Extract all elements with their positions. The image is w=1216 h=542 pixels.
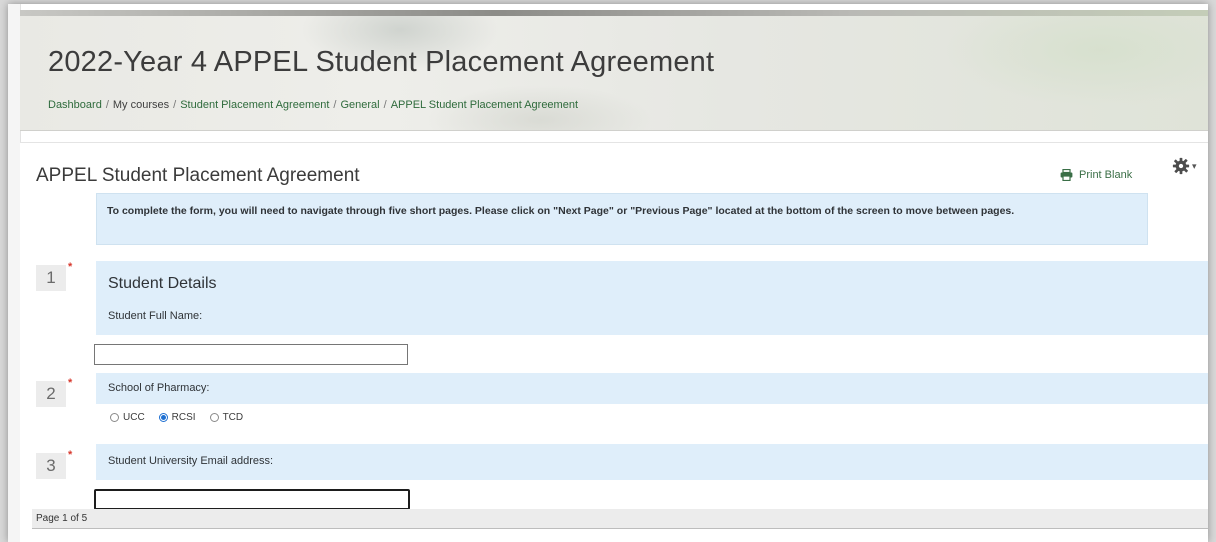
radio-tcd-label: TCD (222, 412, 244, 423)
print-blank-link[interactable]: Print Blank (1060, 169, 1132, 181)
student-full-name-input[interactable] (95, 345, 407, 365)
email-address-field[interactable] (94, 489, 410, 510)
radio-tcd[interactable]: TCD (209, 412, 244, 423)
breadcrumb-course[interactable]: Student Placement Agreement (180, 99, 329, 111)
question-number-1: 1 (36, 265, 66, 291)
question-number-3: 3 (36, 453, 66, 479)
settings-menu[interactable]: ▾ (1172, 157, 1197, 175)
question-1-box: Student Details Student Full Name: (96, 261, 1208, 335)
page-indicator: Page 1 of 5 (32, 509, 1208, 529)
section-title-student-details: Student Details (108, 275, 217, 292)
email-address-input[interactable] (96, 492, 408, 510)
printer-icon (1060, 169, 1073, 181)
school-of-pharmacy-label: School of Pharmacy: (108, 382, 210, 394)
breadcrumb-dashboard[interactable]: Dashboard (48, 99, 102, 111)
email-address-label: Student University Email address: (108, 455, 274, 467)
chevron-down-icon: ▾ (1192, 160, 1197, 171)
student-full-name-field[interactable] (94, 344, 408, 365)
gear-icon (1172, 157, 1190, 175)
question-number-2: 2 (36, 381, 66, 407)
school-radio-group: UCC RCSI TCD (110, 412, 257, 423)
student-full-name-label: Student Full Name: (108, 310, 203, 322)
instructions-box: To complete the form, you will need to n… (96, 193, 1148, 245)
question-2-box: School of Pharmacy: (96, 373, 1208, 404)
radio-ucc[interactable]: UCC (110, 412, 145, 423)
page-header: 2022-Year 4 APPEL Student Placement Agre… (20, 10, 1208, 131)
breadcrumb-my-courses: My courses (112, 99, 170, 111)
radio-rcsi-circle[interactable] (158, 413, 168, 422)
print-blank-label: Print Blank (1079, 169, 1133, 181)
feedback-card: APPEL Student Placement Agreement Print … (20, 142, 1208, 542)
page-title: 2022-Year 4 APPEL Student Placement Agre… (48, 46, 715, 78)
breadcrumb-section[interactable]: General (340, 99, 379, 111)
radio-rcsi-label: RCSI (171, 412, 196, 423)
breadcrumb: Dashboard / My courses / Student Placement A… (48, 99, 579, 111)
required-marker: * (68, 261, 73, 273)
card-title: APPEL Student Placement Agreement (36, 165, 360, 186)
question-3-box: Student University Email address: (96, 444, 1208, 480)
breadcrumb-activity[interactable]: APPEL Student Placement Agreement (391, 99, 578, 111)
instructions-text: To complete the form, you will need to n… (107, 205, 1015, 217)
radio-tcd-circle[interactable] (209, 413, 219, 422)
radio-ucc-circle[interactable] (110, 413, 119, 422)
radio-ucc-label: UCC (123, 412, 145, 423)
browser-frame: 2022-Year 4 APPEL Student Placement Agre… (8, 4, 1208, 542)
required-marker: * (68, 449, 73, 461)
required-marker: * (68, 377, 73, 389)
radio-rcsi[interactable]: RCSI (158, 412, 196, 423)
